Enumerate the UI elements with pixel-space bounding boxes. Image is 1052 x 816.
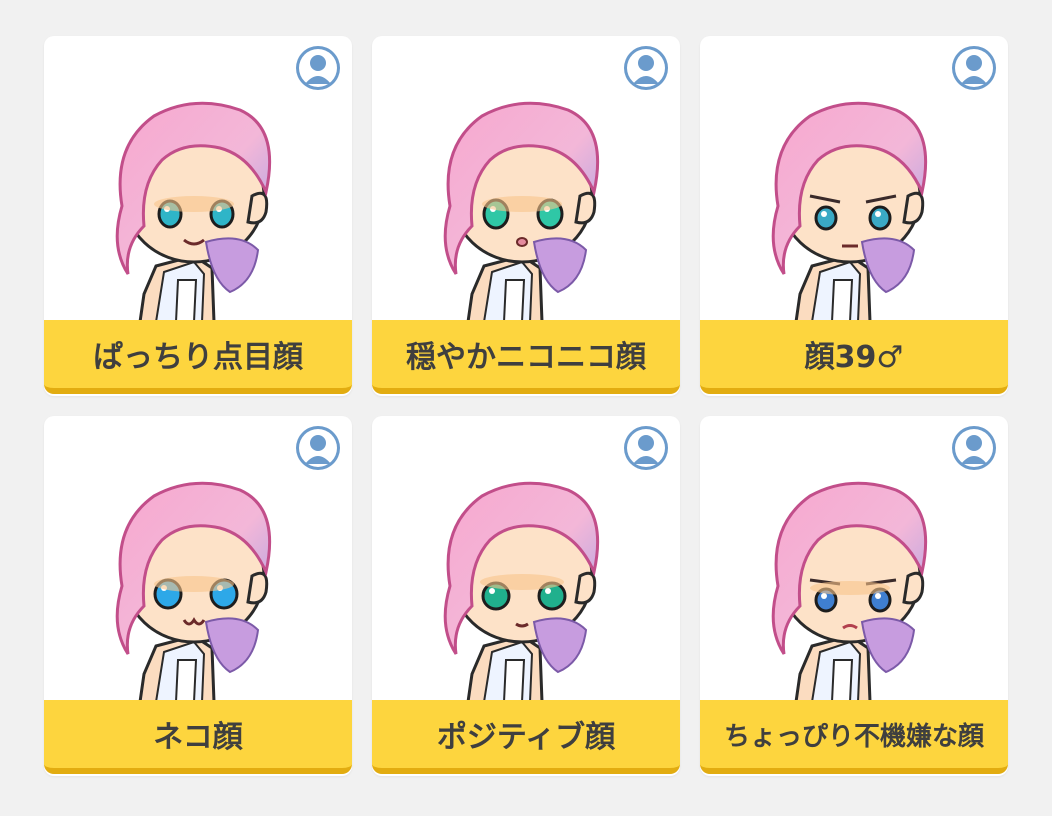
face-option-card[interactable]: ポジティブ顔 — [372, 416, 680, 776]
character-figure — [771, 481, 928, 702]
character-figure — [443, 481, 600, 702]
character-figure — [115, 481, 272, 702]
face-option-label: ポジティブ顔 — [372, 700, 680, 774]
face-option-label: ちょっぴり不機嫌な顔 — [700, 700, 1008, 774]
face-option-card[interactable]: ぱっちり点目顔 — [44, 36, 352, 396]
face-option-label: ネコ顔 — [44, 700, 352, 774]
face-option-card[interactable]: 顔39♂ — [700, 36, 1008, 396]
face-option-label: 顔39♂ — [700, 320, 1008, 394]
face-option-card[interactable]: ちょっぴり不機嫌な顔 — [700, 416, 1008, 776]
user-silhouette-icon — [952, 426, 996, 470]
character-figure — [443, 101, 600, 322]
user-silhouette-icon — [296, 426, 340, 470]
face-option-label: ぱっちり点目顔 — [44, 320, 352, 394]
character-figure — [771, 101, 928, 322]
face-option-card[interactable]: 穏やかニコニコ顔 — [372, 36, 680, 396]
user-silhouette-icon — [624, 46, 668, 90]
face-option-card[interactable]: ネコ顔 — [44, 416, 352, 776]
face-option-grid: ぱっちり点目顔 穏やかニコニコ顔 顔39♂ ネコ顔 ポジティブ顔 ちょっぴり不機… — [44, 36, 1008, 776]
user-silhouette-icon — [296, 46, 340, 90]
user-silhouette-icon — [624, 426, 668, 470]
user-silhouette-icon — [952, 46, 996, 90]
face-option-label: 穏やかニコニコ顔 — [372, 320, 680, 394]
character-figure — [115, 101, 272, 322]
